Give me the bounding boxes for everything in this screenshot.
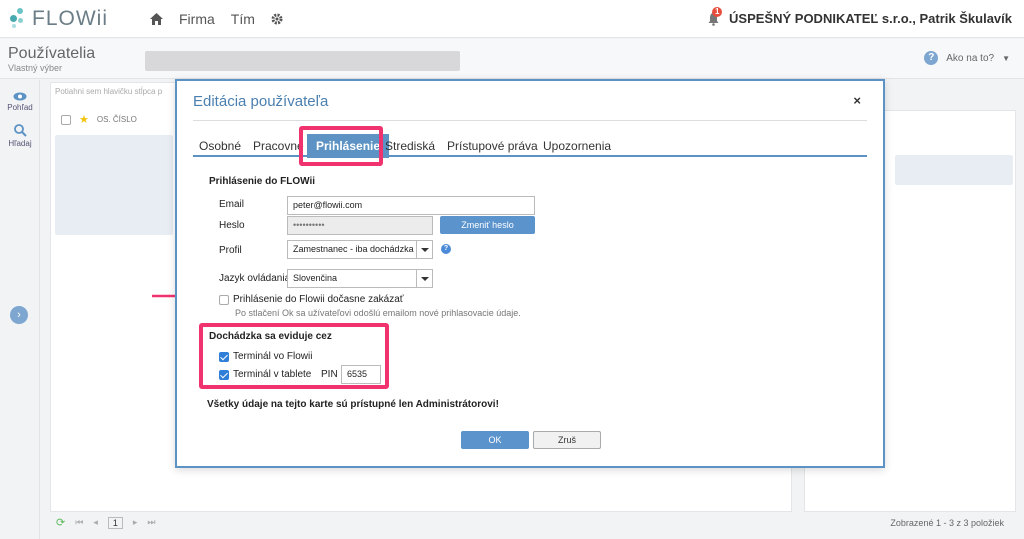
email-label: Email [219,199,245,210]
disable-login-label[interactable]: Prihlásenie do Flowii dočasne zakázať [233,294,404,305]
language-select[interactable]: Slovenčina [287,269,433,288]
profile-select[interactable]: Zamestnanec - iba dochádzka [287,240,433,259]
page-header: Používatelia Vlastný výber ? Ako na to? … [0,39,1024,79]
tab-pristupove-prava[interactable]: Prístupové práva [447,139,538,153]
logo-text: FLOWii [32,7,108,30]
profile-value: Zamestnanec - iba dochádzka [293,244,414,254]
gear-icon[interactable] [271,13,283,25]
pin-field[interactable]: 6535 [341,365,381,384]
terminal-tablet-checkbox[interactable] [219,370,229,380]
nav-tim[interactable]: Tím [231,11,255,27]
notification-badge: 1 [712,6,723,17]
table-header: ★ OS. ČÍSLO [61,113,137,126]
bell-icon[interactable]: 1 [707,6,723,26]
expand-arrow-icon[interactable]: › [10,306,28,324]
flowii-logo-icon [8,8,26,30]
ok-button[interactable]: OK [461,431,529,449]
page-title: Používatelia [8,45,96,62]
item-count: Zobrazené 1 - 3 z 3 položiek [890,518,1004,528]
star-icon[interactable]: ★ [79,113,89,126]
pin-label: PIN [321,369,338,380]
left-rail: Pohľad Hľadaj › [0,80,40,539]
first-page-icon[interactable]: ⏮ [75,517,83,528]
login-section-title: Prihlásenie do FLOWii [209,176,316,187]
password-field: •••••••••• [287,216,433,235]
blurred-filter-area [145,51,460,71]
edit-user-dialog: Editácia používateľa × Osobné Pracovné P… [175,79,885,468]
chevron-down-icon [416,270,432,287]
email-field[interactable]: peter@flowii.com [287,196,535,215]
disable-login-note: Po stlačení Ok sa užívateľovi odošlú ema… [235,308,521,318]
column-number[interactable]: OS. ČÍSLO [97,115,137,124]
help-label: Ako na to? [946,52,995,64]
prev-page-icon[interactable]: ◂ [93,517,98,528]
refresh-icon[interactable]: ⟳ [56,516,65,529]
rail-search-label: Hľadaj [8,139,32,148]
rail-view[interactable]: Pohľad [0,92,40,112]
language-label: Jazyk ovládania [219,273,291,284]
tab-highlight-frame [299,126,383,166]
company-name: ÚSPEŠNÝ PODNIKATEĽ s.r.o., Patrik Škulav… [729,11,1012,26]
home-icon[interactable] [150,13,163,25]
blurred-panel-content [895,155,1013,185]
password-label: Heslo [219,220,245,231]
cancel-button[interactable]: Zruš [533,431,601,449]
flowii-logo[interactable]: FLOWii [8,7,108,31]
rail-search[interactable]: Hľadaj [0,124,40,148]
divider [193,120,867,121]
help-menu[interactable]: ? Ako na to? ▼ [924,51,1010,65]
rail-view-label: Pohľad [7,103,33,112]
eye-icon [13,92,27,101]
tab-osobne[interactable]: Osobné [199,139,241,153]
attendance-section-title: Dochádzka sa eviduje cez [209,331,332,342]
page-subtitle: Vlastný výber [8,63,63,73]
admin-note: Všetky údaje na tejto karte sú prístupné… [207,399,499,410]
change-password-button[interactable]: Zmeniť heslo [440,216,535,234]
terminal-tablet-label[interactable]: Terminál v tablete [233,369,311,380]
chevron-down-icon [416,241,432,258]
question-icon: ? [924,51,939,65]
nav-firma[interactable]: Firma [179,11,215,27]
select-all-checkbox[interactable] [61,114,71,125]
terminal-flowii-checkbox[interactable] [219,352,229,362]
profile-label: Profil [219,245,242,256]
close-icon[interactable]: × [853,93,861,108]
table-footer: ⟳ ⏮ ◂ 1 ▸ ⏭ Zobrazené 1 - 3 z 3 položiek [50,514,1024,534]
terminal-flowii-label[interactable]: Terminál vo Flowii [233,351,312,362]
dialog-title: Editácia používateľa [193,93,329,110]
tab-pracovne[interactable]: Pracovné [253,139,304,153]
main-nav: Firma Tím [150,11,283,27]
disable-login-checkbox[interactable] [219,295,229,305]
tab-strediska[interactable]: Strediská [385,139,435,153]
tab-upozornenia[interactable]: Upozornenia [543,139,611,153]
language-value: Slovenčina [293,273,338,283]
dialog-tabs: Osobné Pracovné Prihlásenie Strediská Pr… [193,133,867,158]
company-info[interactable]: 1 ÚSPEŠNÝ PODNIKATEĽ s.r.o., Patrik Škul… [707,6,1012,26]
page-number[interactable]: 1 [107,516,123,529]
next-page-icon[interactable]: ▸ [133,517,138,528]
chevron-down-icon: ▼ [1002,53,1010,63]
last-page-icon[interactable]: ⏭ [147,517,155,528]
search-icon [13,124,27,137]
blurred-rows [55,135,173,235]
group-hint: Potiahni sem hlavičku stĺpca p [55,87,163,96]
question-icon[interactable]: ? [441,244,451,254]
pager: ⟳ ⏮ ◂ 1 ▸ ⏭ [56,516,156,529]
top-bar: FLOWii Firma Tím 1 ÚSPEŠNÝ PODNIKATEĽ s.… [0,0,1024,38]
